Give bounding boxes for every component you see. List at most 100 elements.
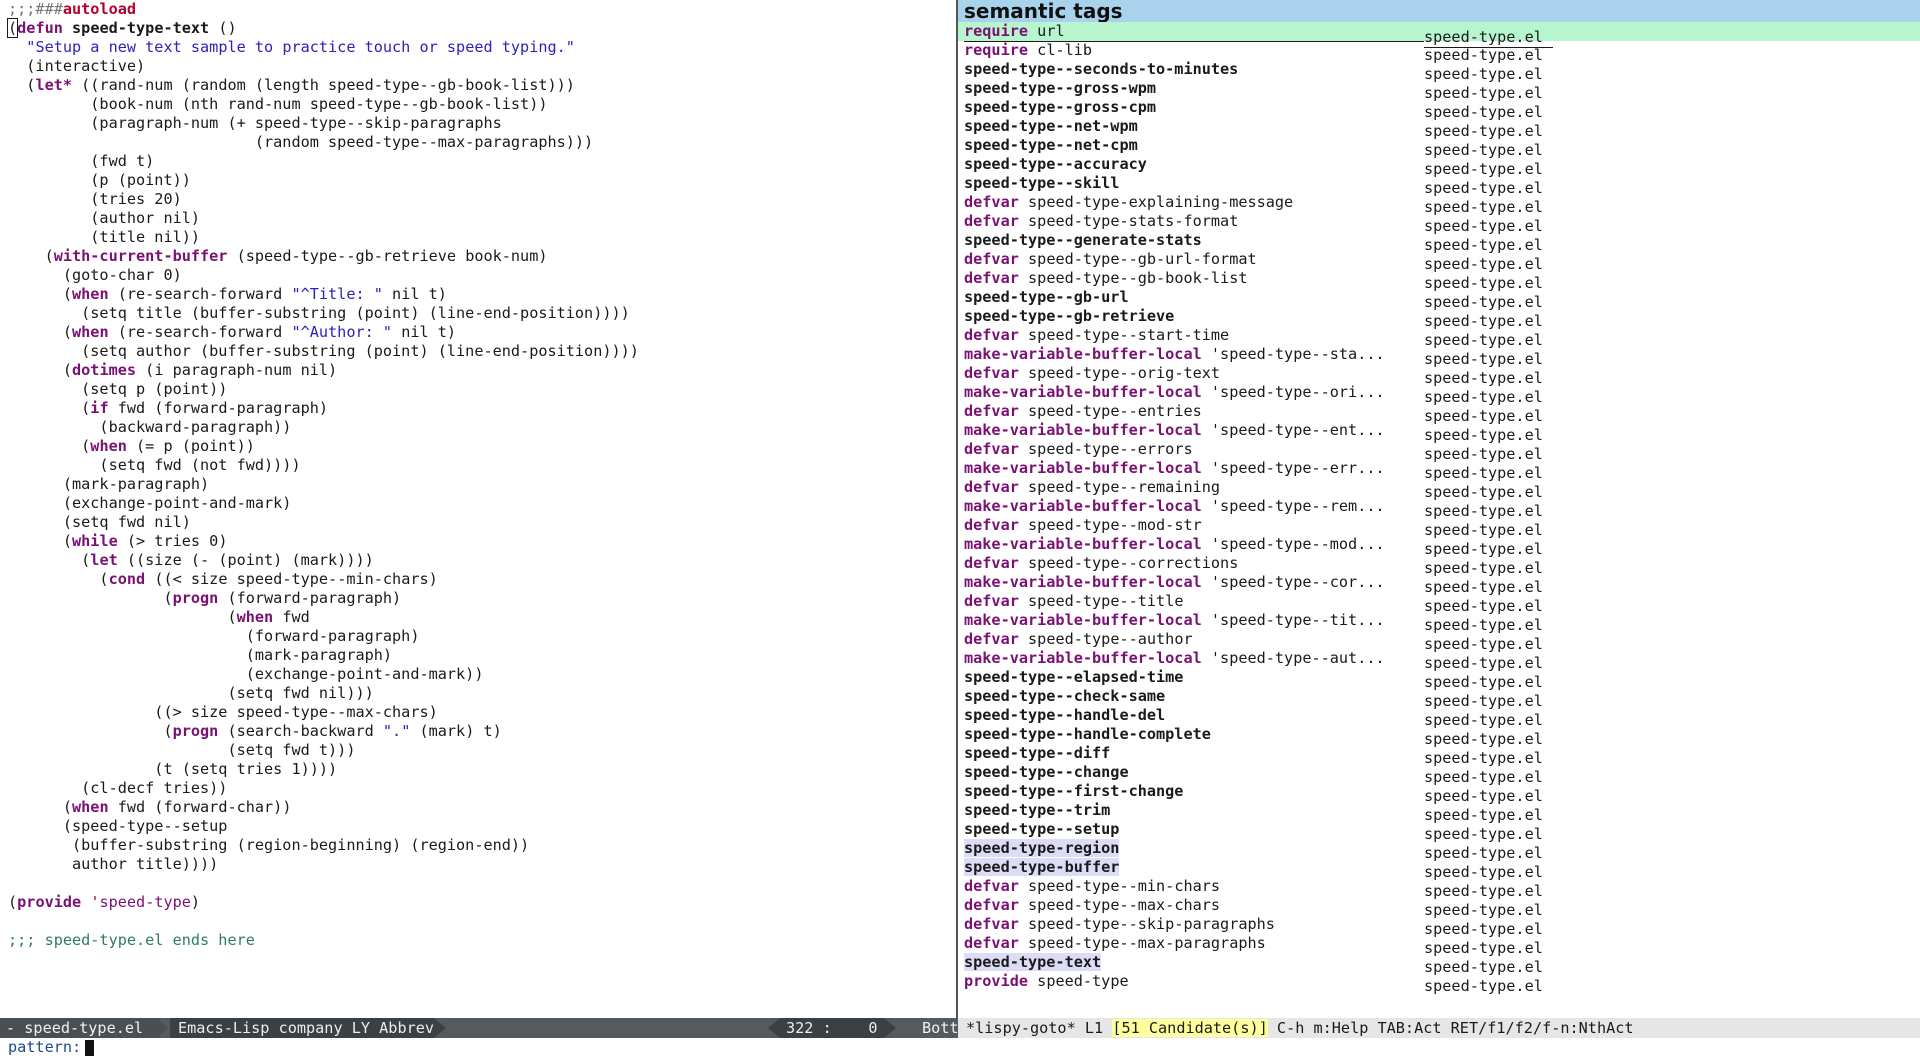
code-line[interactable]: (dotimes (i paragraph-num nil) <box>8 361 956 380</box>
code-line[interactable]: (when (= p (point)) <box>8 437 956 456</box>
tag-row[interactable]: speed-type--gross-cpm speed-type.el <box>958 98 1920 121</box>
tag-row[interactable]: defvar speed-type--max-paragraphs speed-t… <box>958 934 1920 957</box>
code-line[interactable]: (setq fwd nil) <box>8 513 956 532</box>
tag-row[interactable]: speed-type-buffer speed-type.el <box>958 858 1920 881</box>
tag-row[interactable]: speed-type-region speed-type.el <box>958 839 1920 862</box>
tag-row[interactable]: make-variable-buffer-local 'speed-type--… <box>958 611 1920 634</box>
tag-row[interactable]: make-variable-buffer-local 'speed-type--… <box>958 497 1920 520</box>
code-line[interactable]: (p (point)) <box>8 171 956 190</box>
tag-row[interactable]: defvar speed-type--mod-str speed-type.el <box>958 516 1920 539</box>
tag-row[interactable]: make-variable-buffer-local 'speed-type--… <box>958 421 1920 444</box>
tag-row[interactable]: defvar speed-type--orig-text speed-type.e… <box>958 364 1920 387</box>
tag-row[interactable]: defvar speed-type--min-chars speed-type.e… <box>958 877 1920 900</box>
tag-row[interactable]: speed-type--skill speed-type.el <box>958 174 1920 197</box>
code-line[interactable]: ((> size speed-type--max-chars) <box>8 703 956 722</box>
tag-row[interactable]: make-variable-buffer-local 'speed-type--… <box>958 573 1920 596</box>
tag-row[interactable]: speed-type--net-wpm speed-type.el <box>958 117 1920 140</box>
tag-row[interactable]: defvar speed-type--corrections speed-type… <box>958 554 1920 577</box>
tag-row[interactable]: speed-type--trim speed-type.el <box>958 801 1920 824</box>
tag-row[interactable]: defvar speed-type--errors speed-type.el <box>958 440 1920 463</box>
tag-row[interactable]: speed-type--setup speed-type.el <box>958 820 1920 843</box>
tag-row[interactable]: defvar speed-type--title speed-type.el <box>958 592 1920 615</box>
code-line[interactable]: (setq author (buffer-substring (point) (… <box>8 342 956 361</box>
tag-row[interactable]: defvar speed-type--skip-paragraphs speed-… <box>958 915 1920 938</box>
code-line[interactable]: (random speed-type--max-paragraphs))) <box>8 133 956 152</box>
code-line[interactable]: (when (re-search-forward "^Title: " nil … <box>8 285 956 304</box>
tag-row[interactable]: defvar speed-type-stats-format speed-type… <box>958 212 1920 235</box>
tag-row[interactable]: defvar speed-type--gb-url-format speed-ty… <box>958 250 1920 273</box>
code-line[interactable]: (mark-paragraph) <box>8 646 956 665</box>
code-line[interactable]: (progn (forward-paragraph) <box>8 589 956 608</box>
tag-row[interactable]: make-variable-buffer-local 'speed-type--… <box>958 649 1920 672</box>
code-line[interactable]: (backward-paragraph)) <box>8 418 956 437</box>
tag-row[interactable]: make-variable-buffer-local 'speed-type--… <box>958 345 1920 368</box>
code-line[interactable]: (cl-decf tries)) <box>8 779 956 798</box>
tag-row[interactable]: speed-type-text speed-type.el <box>958 953 1920 976</box>
code-line[interactable]: (mark-paragraph) <box>8 475 956 494</box>
code-line[interactable]: (t (setq tries 1)))) <box>8 760 956 779</box>
tag-row[interactable]: defvar speed-type--gb-book-list speed-typ… <box>958 269 1920 292</box>
code-line[interactable]: (buffer-substring (region-beginning) (re… <box>8 836 956 855</box>
code-line[interactable]: (setq fwd nil))) <box>8 684 956 703</box>
code-line[interactable] <box>8 912 956 931</box>
code-line[interactable]: (while (> tries 0) <box>8 532 956 551</box>
code-line[interactable]: (paragraph-num (+ speed-type--skip-parag… <box>8 114 956 133</box>
code-line[interactable]: (book-num (nth rand-num speed-type--gb-b… <box>8 95 956 114</box>
tag-row[interactable]: speed-type--change speed-type.el <box>958 763 1920 786</box>
code-line[interactable]: (title nil)) <box>8 228 956 247</box>
tag-row[interactable]: speed-type--handle-del speed-type.el <box>958 706 1920 729</box>
tag-row[interactable]: speed-type--accuracy speed-type.el <box>958 155 1920 178</box>
code-line[interactable] <box>8 874 956 893</box>
code-line[interactable]: (speed-type--setup <box>8 817 956 836</box>
code-line[interactable]: (when fwd <box>8 608 956 627</box>
code-line[interactable]: ;;;###autoload <box>8 0 956 19</box>
tag-row[interactable]: defvar speed-type--entries speed-type.el <box>958 402 1920 425</box>
code-line[interactable]: (author nil) <box>8 209 956 228</box>
code-line[interactable]: (interactive) <box>8 57 956 76</box>
tag-row[interactable]: require cl-lib speed-type.el <box>958 41 1920 64</box>
tag-row[interactable]: make-variable-buffer-local 'speed-type--… <box>958 459 1920 482</box>
tag-row[interactable]: defvar speed-type--max-chars speed-type.e… <box>958 896 1920 919</box>
tag-row[interactable]: defvar speed-type--remaining speed-type.e… <box>958 478 1920 501</box>
code-line[interactable]: (provide 'speed-type) <box>8 893 956 912</box>
tag-row[interactable]: speed-type--handle-complete speed-type.el <box>958 725 1920 748</box>
tag-row[interactable]: defvar speed-type--author speed-type.el <box>958 630 1920 653</box>
semantic-tags-pane[interactable]: semantic tags require url speed-type.el re… <box>958 0 1920 1016</box>
tag-row[interactable]: defvar speed-type-explaining-message spee… <box>958 193 1920 216</box>
code-line[interactable]: (setq fwd t))) <box>8 741 956 760</box>
code-line[interactable]: (setq title (buffer-substring (point) (l… <box>8 304 956 323</box>
code-line[interactable]: (goto-char 0) <box>8 266 956 285</box>
code-line[interactable]: (let ((size (- (point) (mark)))) <box>8 551 956 570</box>
code-line[interactable]: (if fwd (forward-paragraph) <box>8 399 956 418</box>
code-line[interactable]: (cond ((< size speed-type--min-chars) <box>8 570 956 589</box>
code-line[interactable]: (defun speed-type-text () <box>6 18 956 38</box>
code-line[interactable]: (exchange-point-and-mark) <box>8 494 956 513</box>
code-line[interactable]: (let* ((rand-num (random (length speed-t… <box>8 76 956 95</box>
tag-row[interactable]: make-variable-buffer-local 'speed-type--… <box>958 535 1920 558</box>
code-line[interactable]: "Setup a new text sample to practice tou… <box>8 38 956 57</box>
code-line[interactable]: (when fwd (forward-char)) <box>8 798 956 817</box>
tag-row[interactable]: speed-type--gb-retrieve speed-type.el <box>958 307 1920 330</box>
tag-row[interactable]: speed-type--first-change speed-type.el <box>958 782 1920 805</box>
tag-row[interactable]: speed-type--gross-wpm speed-type.el <box>958 79 1920 102</box>
code-line[interactable]: (forward-paragraph) <box>8 627 956 646</box>
code-editor-pane[interactable]: ;;;###autoload (defun speed-type-text () … <box>0 0 956 1016</box>
tag-row[interactable]: speed-type--diff speed-type.el <box>958 744 1920 767</box>
tag-row[interactable]: speed-type--seconds-to-minutes speed-type… <box>958 60 1920 83</box>
tag-row[interactable]: defvar speed-type--start-time speed-type.… <box>958 326 1920 349</box>
minibuffer[interactable]: pattern: <box>0 1038 1920 1056</box>
code-line[interactable]: (when (re-search-forward "^Author: " nil… <box>8 323 956 342</box>
code-line[interactable]: (exchange-point-and-mark)) <box>8 665 956 684</box>
code-line[interactable]: (setq p (point)) <box>8 380 956 399</box>
code-line[interactable]: (progn (search-backward "." (mark) t) <box>8 722 956 741</box>
mode-line-buffer-name[interactable]: - speed-type.el <box>0 1018 160 1038</box>
tag-row[interactable]: speed-type--elapsed-time speed-type.el <box>958 668 1920 691</box>
mode-line-modes[interactable]: Emacs-Lisp company LY Abbrev <box>170 1018 434 1038</box>
code-line[interactable]: ;;; speed-type.el ends here <box>8 931 956 950</box>
code-line[interactable]: (fwd t) <box>8 152 956 171</box>
tag-row[interactable]: make-variable-buffer-local 'speed-type--… <box>958 383 1920 406</box>
tag-row[interactable]: speed-type--generate-stats speed-type.el <box>958 231 1920 254</box>
tag-row[interactable]: provide speed-type speed-type.el <box>958 972 1920 995</box>
tag-row[interactable]: speed-type--gb-url speed-type.el <box>958 288 1920 311</box>
code-line[interactable]: (setq fwd (not fwd)))) <box>8 456 956 475</box>
